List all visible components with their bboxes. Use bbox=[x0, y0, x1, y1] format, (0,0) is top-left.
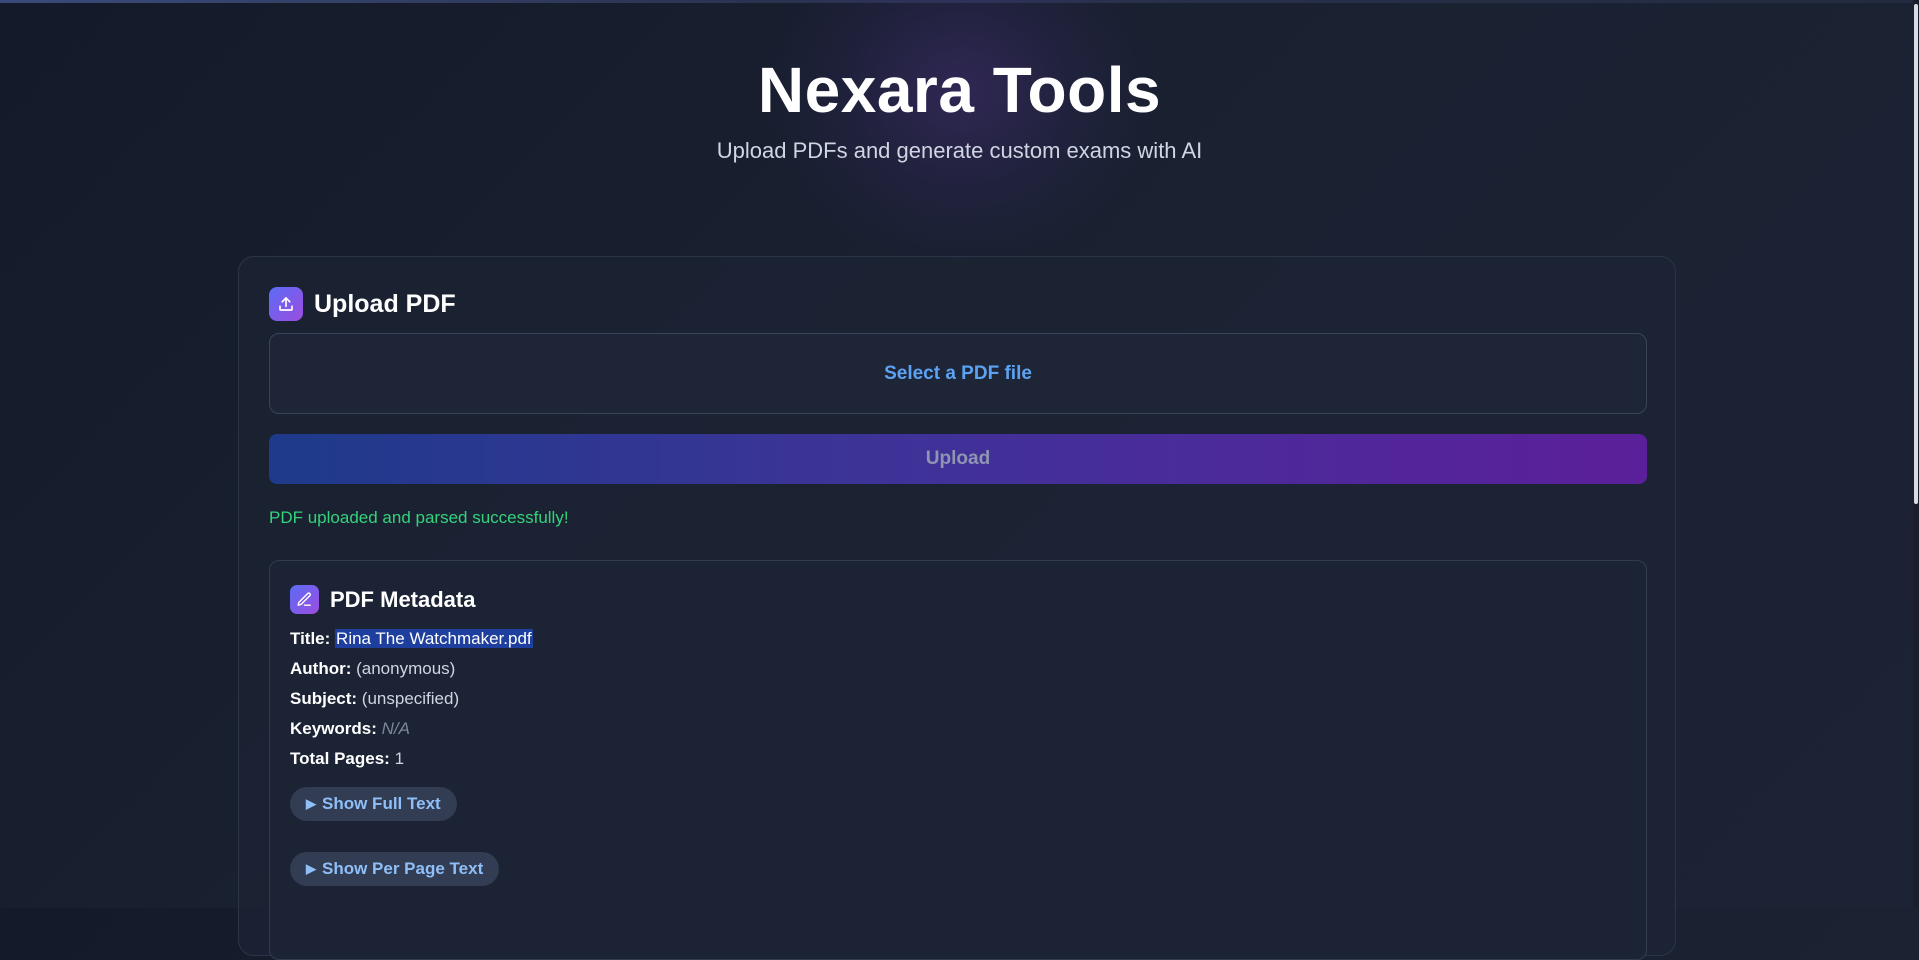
show-full-text-button[interactable]: ▶ Show Full Text bbox=[290, 787, 457, 821]
page-header: Nexara Tools Upload PDFs and generate cu… bbox=[0, 52, 1919, 164]
app-subtitle: Upload PDFs and generate custom exams wi… bbox=[716, 138, 1203, 163]
metadata-title-row: Title: Rina The Watchmaker.pdf bbox=[290, 629, 533, 649]
total-pages-label: Total Pages: bbox=[290, 749, 390, 768]
upload-card: Upload PDF Select a PDF file Upload PDF … bbox=[238, 256, 1676, 960]
upload-card-header: Upload PDF bbox=[269, 287, 456, 321]
metadata-author-row: Author: (anonymous) bbox=[290, 659, 455, 679]
pdf-metadata-panel: PDF Metadata Title: Rina The Watchmaker.… bbox=[269, 560, 1647, 960]
expand-triangle-icon: ▶ bbox=[306, 796, 316, 811]
total-pages-value: 1 bbox=[394, 749, 405, 768]
metadata-subject-row: Subject: (unspecified) bbox=[290, 689, 459, 709]
pencil-icon bbox=[290, 585, 319, 614]
metadata-title: PDF Metadata bbox=[330, 586, 476, 612]
title-value: Rina The Watchmaker.pdf bbox=[335, 629, 533, 648]
metadata-header: PDF Metadata bbox=[290, 585, 475, 614]
metadata-keywords-row: Keywords: N/A bbox=[290, 719, 410, 739]
title-label: Title: bbox=[290, 629, 331, 648]
expand-triangle-icon: ▶ bbox=[306, 861, 316, 876]
author-value: (anonymous) bbox=[356, 659, 456, 678]
show-full-text-label: Show Full Text bbox=[322, 794, 441, 813]
show-per-page-text-button[interactable]: ▶ Show Per Page Text bbox=[290, 852, 500, 886]
subject-label: Subject: bbox=[290, 689, 358, 708]
subject-value: (unspecified) bbox=[361, 689, 460, 708]
upload-button[interactable]: Upload bbox=[269, 434, 1647, 484]
author-label: Author: bbox=[290, 659, 352, 678]
top-accent-line bbox=[0, 0, 1919, 3]
show-per-page-text-label: Show Per Page Text bbox=[322, 859, 484, 878]
keywords-label: Keywords: bbox=[290, 719, 377, 738]
metadata-pages-row: Total Pages: 1 bbox=[290, 749, 404, 769]
pdf-file-select[interactable]: Select a PDF file bbox=[269, 333, 1647, 414]
upload-card-title: Upload PDF bbox=[314, 289, 456, 318]
app-title: Nexara Tools bbox=[757, 54, 1162, 126]
file-select-label: Select a PDF file bbox=[884, 362, 1032, 384]
keywords-value: N/A bbox=[381, 719, 410, 738]
upload-status-message: PDF uploaded and parsed successfully! bbox=[269, 508, 569, 527]
scrollbar-thumb[interactable] bbox=[1914, 4, 1918, 504]
upload-icon bbox=[269, 287, 303, 321]
